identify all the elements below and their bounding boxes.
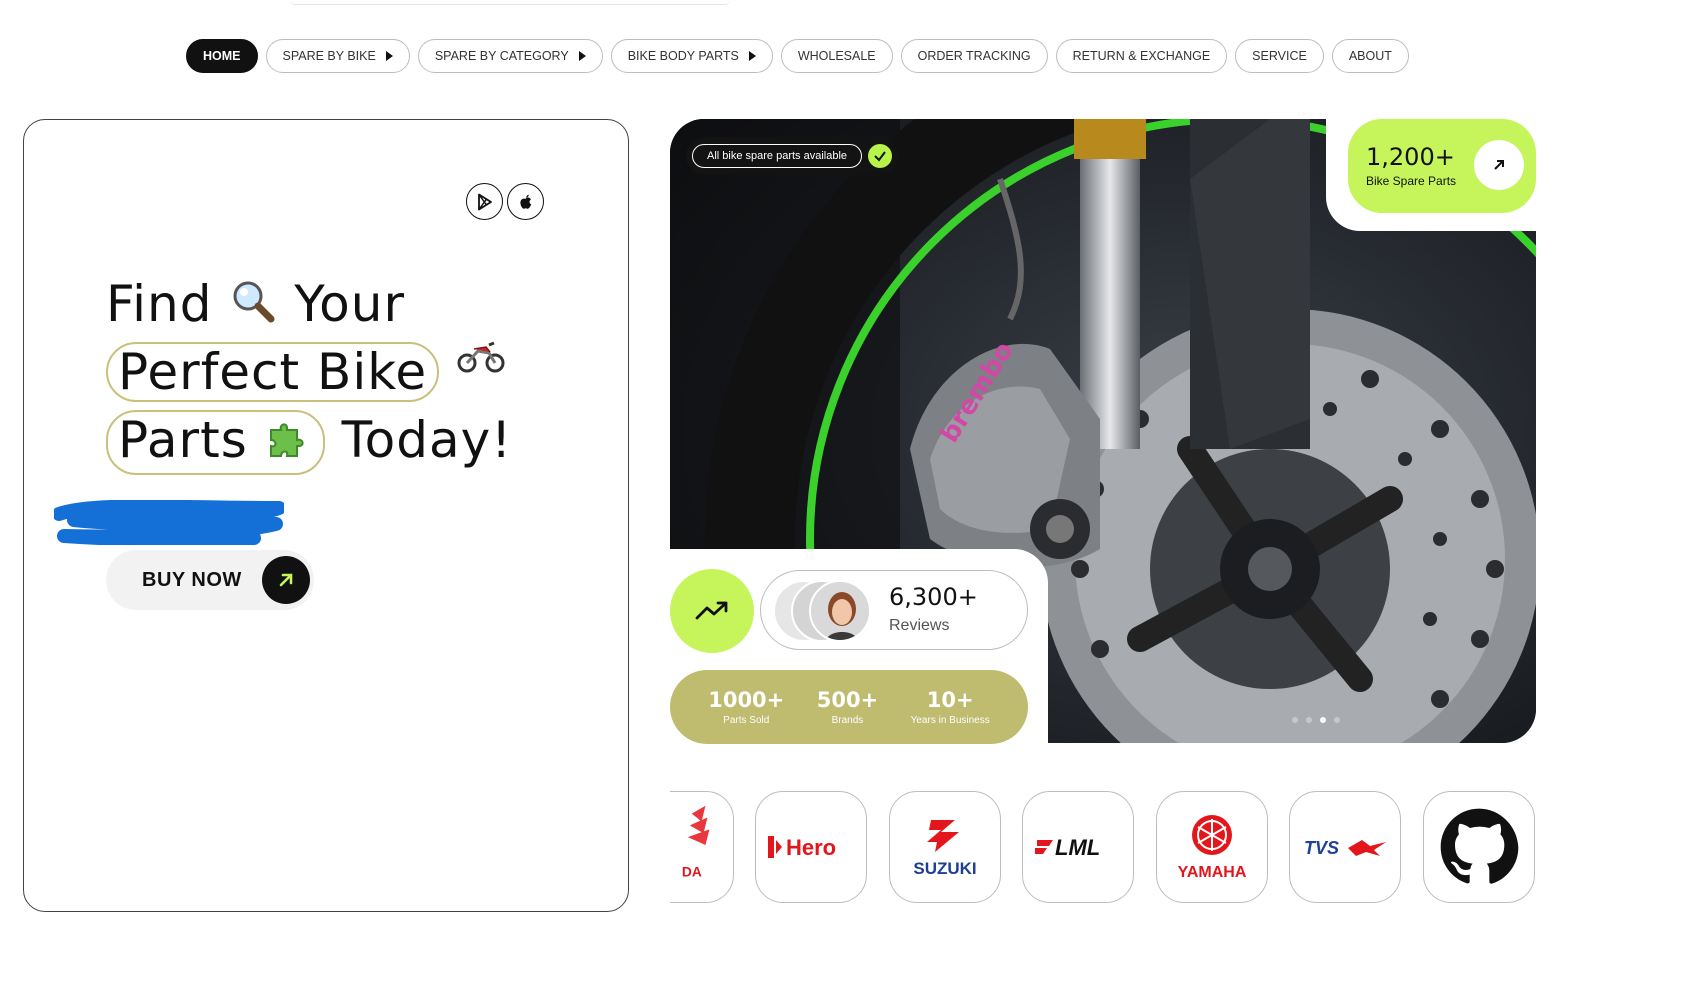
stat-brands: 500+ Brands xyxy=(817,688,878,726)
brand-text: LML xyxy=(1055,835,1100,860)
avatar-stack xyxy=(773,580,877,642)
stat-value: 500+ xyxy=(816,688,879,712)
reviews-label: Reviews xyxy=(889,617,950,634)
nav-label: SPARE BY CATEGORY xyxy=(434,49,569,63)
nav-label: ABOUT xyxy=(1348,49,1392,63)
slider-dot[interactable] xyxy=(1334,717,1340,723)
headline-word: Find xyxy=(106,275,213,333)
caret-right-icon xyxy=(578,51,586,61)
nav-bike-body-parts[interactable]: BIKE BODY PARTS xyxy=(610,39,773,73)
nav-label: RETURN & EXCHANGE xyxy=(1072,49,1211,63)
stat-years: 10+ Years in Business xyxy=(911,688,990,726)
availability-badge: All bike spare parts available xyxy=(686,137,899,175)
stats-bar: 1000+ Parts Sold 500+ Brands 10+ Years i… xyxy=(670,670,1028,744)
headline-highlight: Parts xyxy=(106,410,325,475)
nav-order-tracking[interactable]: ORDER TRACKING xyxy=(900,39,1048,73)
apple-icon[interactable] xyxy=(507,183,544,220)
brand-text: DA xyxy=(682,864,702,879)
caret-right-icon xyxy=(385,51,393,61)
brand-yamaha[interactable]: YAMAHA xyxy=(1156,791,1268,903)
nav-service[interactable]: SERVICE xyxy=(1235,39,1324,73)
parts-count-label: Bike Spare Parts xyxy=(1366,174,1457,188)
stat-value: 1000+ xyxy=(708,688,785,712)
hero-headline: Find Your Perfect Bike Parts Today! xyxy=(106,270,513,475)
brand-text: Hero xyxy=(786,835,836,860)
stat-parts-sold: 1000+ Parts Sold xyxy=(708,688,784,726)
slider-dot[interactable] xyxy=(1292,717,1298,723)
headline-word: Parts xyxy=(118,411,248,469)
availability-text: All bike spare parts available xyxy=(692,144,863,168)
nav-about[interactable]: ABOUT xyxy=(1331,39,1409,73)
slider-dots xyxy=(1292,717,1340,723)
avatar xyxy=(809,580,871,642)
nav-label: SPARE BY BIKE xyxy=(282,49,376,63)
nav-home[interactable]: HOME xyxy=(186,39,258,73)
hero-card: Find Your Perfect Bike Parts Today! BUY … xyxy=(23,119,629,912)
stat-value: 10+ xyxy=(926,688,974,712)
brand-suzuki[interactable]: SUZUKI xyxy=(889,791,1001,903)
headline-line-3: Parts Today! xyxy=(106,406,513,475)
brand-lml[interactable]: LML xyxy=(1022,791,1134,903)
showcase: brembo All bike spare parts available 1,… xyxy=(670,119,1536,744)
reviews-count: 6,300+ xyxy=(889,583,978,611)
check-icon xyxy=(868,144,893,168)
nav-label: BIKE BODY PARTS xyxy=(627,49,739,63)
nav-wholesale[interactable]: WHOLESALE xyxy=(780,39,893,73)
top-partial-element xyxy=(290,0,730,5)
nav-label: ORDER TRACKING xyxy=(917,49,1031,63)
caret-right-icon xyxy=(748,51,756,61)
headline-line-1: Find Your xyxy=(106,270,512,338)
brand-carousel: DA Hero SUZUKI LML YAMAHA TVS xyxy=(670,790,1536,904)
brand-honda[interactable]: DA xyxy=(670,791,734,903)
nav-label: SERVICE xyxy=(1252,49,1307,63)
main-nav: HOME SPARE BY BIKE SPARE BY CATEGORY BIK… xyxy=(186,38,1409,74)
brand-tvs[interactable]: TVS xyxy=(1289,791,1401,903)
buy-now-label: BUY NOW xyxy=(142,568,242,591)
motorbike-icon xyxy=(456,324,506,392)
nav-label: HOME xyxy=(203,49,241,63)
puzzle-icon xyxy=(265,414,313,473)
google-play-icon[interactable] xyxy=(466,183,503,220)
brand-text: YAMAHA xyxy=(1178,864,1247,881)
stat-label: Years in Business xyxy=(910,715,990,726)
nav-return-exchange[interactable]: RETURN & EXCHANGE xyxy=(1055,39,1228,73)
nav-spare-by-category[interactable]: SPARE BY CATEGORY xyxy=(417,39,603,73)
nav-spare-by-bike[interactable]: SPARE BY BIKE xyxy=(265,39,410,73)
slider-dot[interactable] xyxy=(1306,717,1312,723)
store-links xyxy=(466,183,544,220)
brand-text: SUZUKI xyxy=(913,859,976,878)
parts-count: 1,200+ xyxy=(1366,143,1455,171)
brand-github[interactable] xyxy=(1423,791,1535,903)
nav-label: WHOLESALE xyxy=(797,49,876,63)
stat-label: Brands xyxy=(831,715,864,726)
stat-label: Parts Sold xyxy=(723,715,770,726)
github-icon xyxy=(1440,808,1519,884)
arrow-up-right-icon xyxy=(262,556,310,604)
brand-text: TVS xyxy=(1304,838,1339,858)
arrow-up-right-icon xyxy=(1474,140,1524,190)
headline-highlight: Perfect Bike xyxy=(106,342,440,402)
brand-hero[interactable]: Hero xyxy=(755,791,867,903)
parts-count-card[interactable]: 1,200+ Bike Spare Parts xyxy=(1348,119,1536,213)
slider-dot-active[interactable] xyxy=(1320,717,1326,723)
trending-up-icon xyxy=(670,569,754,653)
buy-now-button[interactable]: BUY NOW xyxy=(106,550,314,610)
headline-word: Today! xyxy=(341,411,513,469)
reviews-card: 6,300+ Reviews xyxy=(760,570,1028,650)
magnifier-icon xyxy=(229,274,277,342)
headline-word: Your xyxy=(294,275,406,333)
headline-line-2: Perfect Bike xyxy=(106,338,512,406)
redaction-scribble xyxy=(54,500,284,545)
